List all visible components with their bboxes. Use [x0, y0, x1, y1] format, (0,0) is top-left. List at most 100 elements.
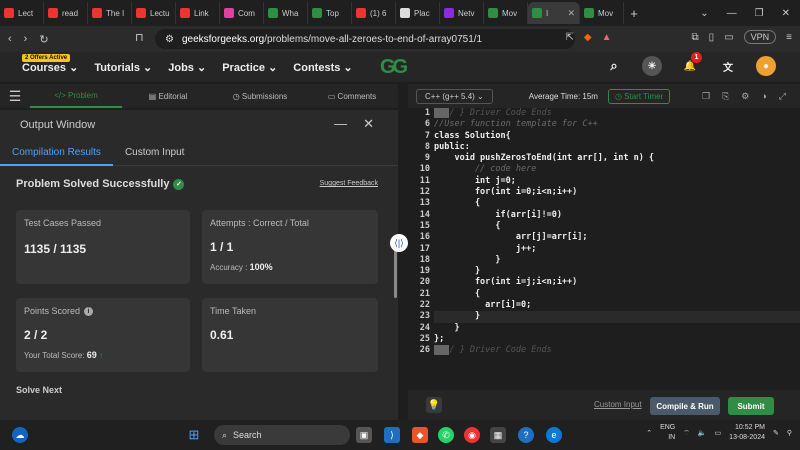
tab-problem[interactable]: </> Problem — [30, 84, 122, 108]
fold-marker[interactable]: ... — [434, 108, 450, 118]
brave-shield-icon[interactable]: ◆ — [584, 32, 592, 43]
nav-tutorials[interactable]: Tutorials ⌄ — [94, 61, 152, 74]
code-line[interactable]: { — [434, 198, 800, 209]
restore-button[interactable]: ❐ — [755, 8, 764, 19]
code-line[interactable]: //User function template for C++ — [434, 119, 800, 130]
store-icon[interactable]: ▦ — [490, 427, 506, 443]
extensions-icon[interactable]: ⧉ — [692, 32, 699, 43]
code-line[interactable]: .../ } Driver Code Ends — [434, 345, 800, 356]
edge-icon[interactable]: e — [546, 427, 562, 443]
browser-tab[interactable]: Netv — [440, 2, 484, 24]
task-view-icon[interactable]: ▣ — [356, 427, 372, 443]
vpn-button[interactable]: VPN — [743, 30, 777, 44]
browser-tab[interactable]: Top — [308, 2, 352, 24]
browser-tab[interactable]: Lect — [0, 2, 44, 24]
forward-icon[interactable]: › — [24, 33, 28, 45]
clock[interactable]: 10:52 PM 13-08-2024 — [729, 423, 765, 443]
settings-icon[interactable]: ⚙ — [741, 91, 749, 102]
url-field[interactable]: ⚙ geeksforgeeks.org/problems/move-all-ze… — [155, 29, 575, 49]
browser-tab[interactable]: read — [44, 2, 88, 24]
wallet-icon[interactable]: ▭ — [724, 32, 733, 43]
tab-compilation-results[interactable]: Compilation Results — [0, 140, 113, 166]
share-icon[interactable]: ⇱ — [566, 32, 574, 43]
suggest-feedback-link[interactable]: Suggest Feedback — [320, 180, 378, 187]
close-tab-icon[interactable]: ✕ — [567, 8, 575, 19]
code-line[interactable]: // code here — [434, 164, 800, 175]
nav-courses[interactable]: 2 Offers Active Courses ⌄ — [22, 53, 78, 74]
language-indicator[interactable]: ENG IN — [660, 423, 675, 443]
windows-start-icon[interactable]: ⊞ — [186, 427, 202, 443]
gfg-logo[interactable]: GG — [380, 56, 408, 79]
nav-contests[interactable]: Contests ⌄ — [293, 61, 352, 74]
code-line[interactable]: int j=0; — [434, 176, 800, 187]
browser-tab[interactable]: Com — [220, 2, 264, 24]
browser-tab[interactable]: The I — [88, 2, 132, 24]
site-info-icon[interactable]: ⚙ — [165, 34, 174, 45]
fullscreen-icon[interactable]: ⤢ — [779, 91, 786, 102]
tab-comments[interactable]: ▭ Comments — [306, 92, 398, 101]
theme-toggle-icon[interactable]: ☀ — [642, 56, 662, 76]
taskbar-search[interactable]: ⌕ Search — [214, 425, 350, 445]
tab-editorial[interactable]: ▤ Editorial — [122, 92, 214, 101]
bell-icon[interactable]: 🔔 1 — [680, 52, 702, 76]
lightbulb-icon[interactable]: 💡 — [426, 397, 442, 413]
color-picker-icon[interactable]: ✎ — [773, 429, 779, 437]
brave-icon[interactable]: ◆ — [412, 427, 428, 443]
back-icon[interactable]: ‹ — [8, 33, 12, 45]
browser-tab[interactable]: Mov — [580, 2, 624, 24]
code-line[interactable]: public: — [434, 142, 800, 153]
start-timer-button[interactable]: ◷ Start Timer — [607, 88, 671, 104]
translate-icon[interactable]: 文 — [718, 56, 738, 76]
menu-icon[interactable]: ≡ — [786, 32, 792, 43]
submit-button[interactable]: Submit — [728, 397, 774, 415]
custom-input-link[interactable]: Custom Input — [594, 400, 642, 409]
tab-submissions[interactable]: ◷ Submissions — [214, 92, 306, 101]
code-line[interactable]: void pushZerosToEnd(int arr[], int n) { — [434, 153, 800, 164]
compile-run-button[interactable]: Compile & Run — [650, 397, 720, 415]
code-line[interactable]: } — [434, 323, 800, 334]
battery-icon[interactable]: ▭ — [715, 429, 722, 437]
info-icon[interactable]: i — [84, 306, 94, 316]
rewards-icon[interactable]: ▲ — [602, 32, 612, 43]
code-line[interactable]: if(arr[i]!=0) — [434, 210, 800, 221]
theme-icon[interactable]: ◑ — [761, 91, 766, 102]
chevron-up-icon[interactable]: ⌃ — [646, 429, 652, 437]
code-line[interactable]: arr[j]=arr[i]; — [434, 232, 800, 243]
browser-tab[interactable]: I ✕ — [528, 2, 580, 24]
hamburger-icon[interactable]: ☰ — [0, 88, 30, 105]
browser-tab[interactable]: Plac — [396, 2, 440, 24]
code-line[interactable]: arr[i]=0; — [434, 300, 800, 311]
avatar[interactable]: ● — [756, 56, 776, 76]
copy-icon[interactable]: ❐ — [702, 91, 710, 102]
browser-tab[interactable]: Mov — [484, 2, 528, 24]
reload-icon[interactable]: ↻ — [39, 33, 48, 46]
chrome-icon[interactable]: ◉ — [464, 427, 480, 443]
code-line[interactable]: j++; — [434, 244, 800, 255]
code-line[interactable]: for(int i=0;i<n;i++) — [434, 187, 800, 198]
code-line[interactable]: .../ } Driver Code Ends — [434, 108, 800, 119]
bookmark-icon[interactable]: ⊓ — [135, 31, 144, 44]
code-line[interactable]: class Solution{ — [434, 131, 800, 142]
code-line[interactable]: for(int i=j;i<n;i++) — [434, 277, 800, 288]
help-icon[interactable]: ? — [518, 427, 534, 443]
minimize-output-button[interactable]: — — [334, 116, 347, 132]
panel-resize-handle[interactable]: ⟨|⟩ — [390, 234, 408, 252]
browser-tab[interactable]: Link — [176, 2, 220, 24]
browser-tab[interactable]: Lectu — [132, 2, 176, 24]
nav-practice[interactable]: Practice ⌄ — [222, 61, 277, 74]
notifications-icon[interactable]: ⚲ — [787, 429, 792, 437]
code-line[interactable]: }; — [434, 334, 800, 345]
vscode-icon[interactable]: ⟩ — [384, 427, 400, 443]
browser-tab[interactable]: Wha — [264, 2, 308, 24]
nav-jobs[interactable]: Jobs ⌄ — [168, 61, 206, 74]
tab-custom-input[interactable]: Custom Input — [113, 140, 196, 166]
wifi-icon[interactable]: ⌔ — [683, 429, 690, 438]
whatsapp-icon[interactable]: ✆ — [438, 427, 454, 443]
chevron-down-icon[interactable]: ⌄ — [700, 8, 708, 19]
code-line[interactable]: } — [434, 266, 800, 277]
code-line[interactable]: } — [434, 311, 800, 323]
code-editor[interactable]: 1 6 7 8 9 10 11 12 13 14 15 16 17 18 19 20 21 22 23 24 25 26 … — [408, 108, 800, 390]
weather-icon[interactable]: ☁ — [12, 427, 28, 443]
sidebar-icon[interactable]: ▯ — [709, 32, 715, 43]
reset-icon[interactable]: ⎘ — [722, 91, 729, 102]
